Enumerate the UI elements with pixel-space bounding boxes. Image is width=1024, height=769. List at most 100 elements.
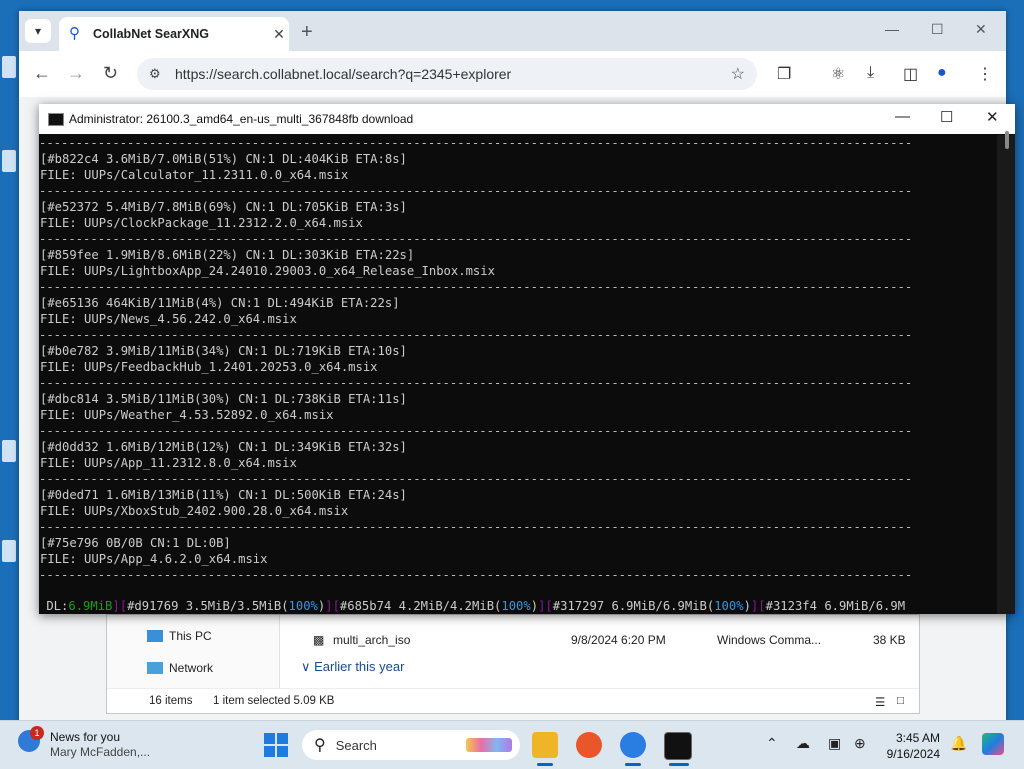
maximize-button[interactable]: ☐: [940, 108, 953, 126]
group-label: Earlier this year: [314, 659, 405, 674]
separator-line: ----------------------------------------…: [39, 472, 913, 486]
profile-avatar-icon[interactable]: ●: [937, 64, 947, 82]
download-status-line: [#b822c4 3.6MiB/7.0MiB(51%) CN:1 DL:404K…: [40, 152, 407, 166]
separator-line: ----------------------------------------…: [39, 136, 913, 150]
file-icon: ▩: [313, 633, 325, 647]
download-file-line: FILE: UUPs/FeedbackHub_1.2401.20253.0_x6…: [40, 360, 378, 374]
bookmark-star-icon[interactable]: ☆: [731, 64, 745, 84]
separator-line: ----------------------------------------…: [39, 424, 913, 438]
download-status-line: [#e65136 464KiB/11MiB(4%) CN:1 DL:494KiB…: [40, 296, 400, 310]
status-item-size: 6.9MiB/6.9M: [824, 599, 906, 613]
news-widget[interactable]: 1 News for you Mary McFadden,...: [18, 726, 151, 760]
download-status-line: [#d0dd32 1.6MiB/12MiB(12%) CN:1 DL:349Ki…: [40, 440, 407, 454]
tiles-view-icon[interactable]: □: [897, 695, 904, 707]
address-bar[interactable]: ⚙ https://search.collabnet.local/search?…: [137, 58, 757, 90]
terminal-icon[interactable]: [664, 732, 692, 760]
computer-icon: [147, 630, 163, 642]
tab-title: CollabNet SearXNG: [93, 27, 210, 41]
status-item-id: #317297: [552, 599, 605, 613]
status-item-size: 4.2MiB/4.2MiB: [398, 599, 495, 613]
download-file-line: FILE: UUPs/LightboxApp_24.24010.29003.0_…: [40, 264, 495, 278]
nav-item-network[interactable]: Network: [147, 661, 213, 675]
clock-time: 3:45 AM: [895, 731, 940, 745]
file-explorer-icon[interactable]: [532, 732, 558, 758]
status-item-pct: 100%: [714, 599, 744, 613]
download-file-line: FILE: UUPs/App_4.6.2.0_x64.msix: [40, 552, 268, 566]
separator-line: ----------------------------------------…: [39, 376, 913, 390]
download-file-line: FILE: UUPs/XboxStub_2402.900.28.0_x64.ms…: [40, 504, 349, 518]
item-count: 16 items: [149, 695, 193, 707]
download-file-line: FILE: UUPs/Calculator_11.2311.0.0_x64.ms…: [40, 168, 349, 182]
tab-search-button[interactable]: ▾: [25, 19, 51, 43]
system-clock[interactable]: 3:45 AM 9/16/2024: [880, 730, 940, 762]
notification-bell-icon[interactable]: 🔔: [950, 735, 967, 752]
file-size: 38 KB: [873, 633, 906, 647]
url-text[interactable]: https://search.collabnet.local/search?q=…: [175, 66, 731, 82]
cloud-icon[interactable]: ☁: [796, 735, 810, 752]
browser-tab[interactable]: ⚲ CollabNet SearXNG ✕: [59, 17, 289, 51]
search-icon: ⚲: [314, 737, 326, 754]
maximize-button[interactable]: ☐: [931, 21, 944, 38]
separator-line: ----------------------------------------…: [39, 520, 913, 534]
back-button[interactable]: ←: [33, 63, 51, 84]
search-label: Search: [335, 737, 377, 753]
console-output[interactable]: ----------------------------------------…: [39, 135, 997, 614]
download-file-line: FILE: UUPs/News_4.56.242.0_x64.msix: [40, 312, 297, 326]
download-status-line: [#75e796 0B/0B CN:1 DL:0B]: [40, 536, 231, 550]
download-file-line: FILE: UUPs/ClockPackage_11.2312.2.0_x64.…: [40, 216, 363, 230]
status-item-id: #3123f4: [765, 599, 817, 613]
running-indicator: [625, 763, 641, 766]
status-item-id: #d91769: [127, 599, 179, 613]
desktop-icon[interactable]: [2, 540, 16, 562]
desktop-icon[interactable]: [2, 440, 16, 462]
side-panel-icon[interactable]: ◫: [903, 64, 918, 84]
file-type: Windows Comma...: [717, 633, 822, 647]
group-header[interactable]: ∨ Earlier this year: [301, 659, 404, 675]
download-file-line: FILE: UUPs/Weather_4.53.52892.0_x64.msix: [40, 408, 334, 422]
close-window-button[interactable]: ✕: [975, 21, 987, 38]
separator-line: ----------------------------------------…: [39, 328, 913, 342]
new-tab-button[interactable]: +: [301, 21, 313, 44]
close-button[interactable]: ✕: [986, 108, 999, 126]
minimize-button[interactable]: —: [885, 21, 899, 37]
forward-button[interactable]: →: [67, 63, 85, 84]
close-tab-icon[interactable]: ✕: [269, 26, 289, 43]
status-item-size: 6.9MiB/6.9MiB: [611, 599, 707, 613]
browser-toolbar: ← → ↻ ⚙ https://search.collabnet.local/s…: [19, 51, 1006, 97]
labs-icon[interactable]: ⚛: [831, 64, 845, 84]
console-window: Administrator: 26100.3_amd64_en-us_multi…: [39, 104, 1015, 614]
menu-icon[interactable]: ⋮: [977, 64, 993, 84]
separator-line: ----------------------------------------…: [39, 280, 913, 294]
network-status-icon[interactable]: ⊕: [854, 735, 866, 752]
download-status-line: [#dbc814 3.5MiB/11MiB(30%) CN:1 DL:738Ki…: [40, 392, 407, 406]
scrollbar[interactable]: [997, 135, 1015, 614]
firefox-icon[interactable]: [576, 732, 602, 758]
news-subtitle: Mary McFadden,...: [50, 745, 151, 759]
network-icon: [147, 662, 163, 674]
console-titlebar[interactable]: Administrator: 26100.3_amd64_en-us_multi…: [39, 104, 1015, 134]
copilot-icon[interactable]: [982, 733, 1004, 755]
site-info-icon[interactable]: ⚙: [149, 66, 171, 82]
desktop-icon[interactable]: [2, 150, 16, 172]
file-explorer-window: This PC Network ▩ multi_arch_iso 9/8/202…: [106, 614, 920, 714]
dl-label: DL:: [46, 599, 69, 613]
details-view-icon[interactable]: ☰: [875, 695, 885, 709]
separator-line: ----------------------------------------…: [39, 232, 913, 246]
start-button[interactable]: [264, 733, 288, 757]
status-bar: 16 items 1 item selected 5.09 KB ☰ □: [107, 688, 919, 713]
reload-button[interactable]: ↻: [103, 63, 118, 84]
console-title: Administrator: 26100.3_amd64_en-us_multi…: [69, 112, 414, 126]
minimize-button[interactable]: —: [895, 108, 910, 125]
extensions-icon[interactable]: ❐: [777, 64, 791, 84]
taskbar-search[interactable]: ⚲ Search: [302, 730, 520, 760]
download-icon[interactable]: ⤓: [867, 64, 874, 82]
chrome-icon[interactable]: [620, 732, 646, 758]
nav-item-this-pc[interactable]: This PC: [147, 629, 212, 643]
scrollbar-thumb[interactable]: [1005, 131, 1009, 149]
file-name: multi_arch_iso: [333, 633, 411, 647]
desktop-icon[interactable]: [2, 56, 16, 78]
download-status-line: [#b0e782 3.9MiB/11MiB(34%) CN:1 DL:719Ki…: [40, 344, 407, 358]
display-icon[interactable]: ▣: [828, 735, 841, 752]
search-icon: ⚲: [69, 25, 80, 42]
chevron-up-icon[interactable]: ⌃: [766, 735, 778, 752]
